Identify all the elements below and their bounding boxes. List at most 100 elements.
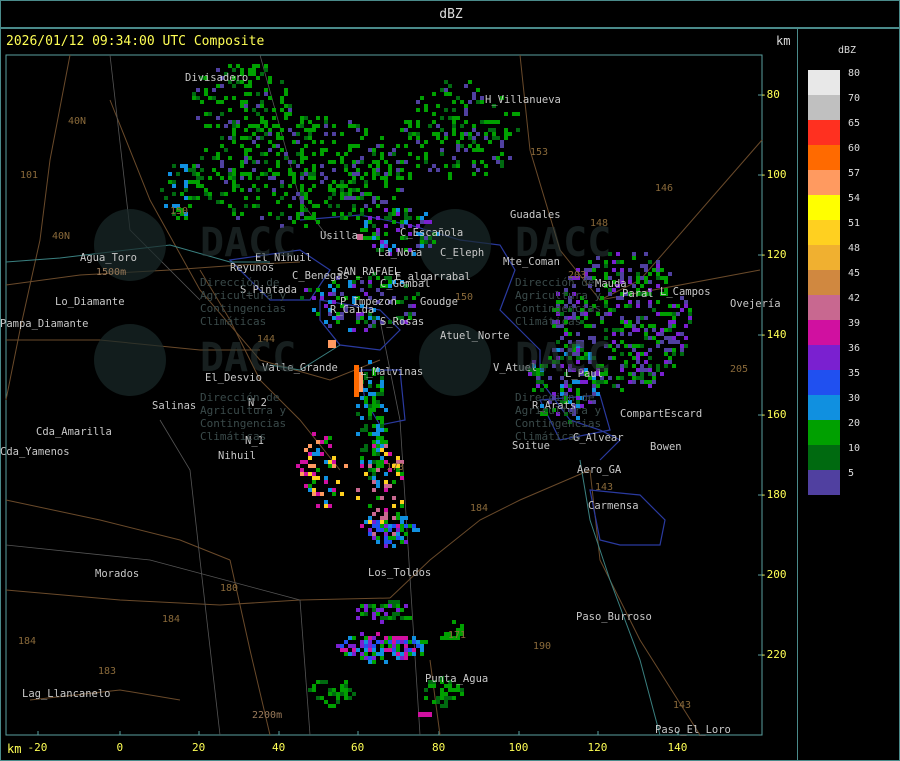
watermark-subtitle: Dirección de Agricultura y Contingencias… [200, 276, 287, 328]
radar-echo-cell [360, 160, 364, 164]
radar-echo-cell [452, 620, 456, 624]
radar-echo-cell [468, 136, 472, 140]
radar-echo-cell [308, 456, 312, 460]
radar-echo-cell [376, 536, 380, 540]
radar-echo-cell [336, 700, 340, 704]
radar-echo-cell [288, 104, 292, 108]
radar-echo-cell [284, 88, 288, 92]
radar-echo-cell [360, 656, 364, 660]
radar-echo-cell [356, 432, 360, 436]
radar-echo-cell [376, 144, 380, 148]
radar-echo-cell [308, 216, 312, 220]
radar-echo-cell [632, 380, 636, 384]
radar-echo-cell [404, 644, 408, 648]
radar-echo-cell [636, 376, 640, 380]
radar-echo-cell [192, 164, 196, 168]
radar-echo-cell [484, 120, 488, 124]
radar-echo-cell [424, 156, 428, 160]
radar-echo-cell [364, 520, 368, 524]
radar-echo-cell [248, 80, 252, 84]
radar-echo-cell [328, 160, 332, 164]
radar-echo-cell [628, 332, 632, 336]
radar-map[interactable] [0, 53, 798, 761]
radar-echo-cell [388, 540, 392, 544]
radar-echo-cell [648, 372, 652, 376]
radar-echo-cell [660, 340, 664, 344]
radar-echo-cell [248, 188, 252, 192]
window-title: dBZ [439, 7, 463, 22]
radar-echo-cell [216, 124, 220, 128]
radar-echo-cell [384, 544, 388, 548]
place-label: Nihuil [218, 450, 256, 462]
radar-echo-cell [372, 392, 376, 396]
radar-echo-cell [476, 88, 480, 92]
radar-echo-cell [268, 176, 272, 180]
radar-echo-cell [396, 456, 400, 460]
radar-echo-cell [364, 400, 368, 404]
place-label: La_Nora [378, 247, 423, 259]
radar-echo-cell [432, 700, 436, 704]
radar-echo-cell [284, 156, 288, 160]
radar-echo-cell [244, 148, 248, 152]
radar-echo-cell [332, 488, 336, 492]
radar-echo-cell [376, 464, 380, 468]
radar-echo-cell [440, 696, 444, 700]
radar-echo-cell [316, 220, 320, 224]
radar-echo-cell [392, 652, 396, 656]
radar-echo-cell [680, 332, 684, 336]
radar-echo-cell [328, 184, 332, 188]
radar-echo-cell [200, 100, 204, 104]
radar-echo-cell [200, 176, 204, 180]
radar-echo-cell [312, 476, 316, 480]
radar-echo-cell [216, 100, 220, 104]
radar-echo-cell [264, 92, 268, 96]
radar-echo-cell [200, 184, 204, 188]
radar-echo-cell [420, 640, 424, 644]
radar-echo-cell [460, 136, 464, 140]
radar-echo-cell [252, 132, 256, 136]
radar-echo-cell [408, 136, 412, 140]
radar-echo-cell [256, 196, 260, 200]
radar-echo-cell [400, 476, 404, 480]
legend-label-20: 20 [848, 418, 861, 429]
radar-echo-cell [364, 612, 368, 616]
radar-echo-cell [312, 124, 316, 128]
radar-echo-cell [208, 112, 212, 116]
radar-echo-cell [284, 192, 288, 196]
radar-echo-cell [372, 232, 376, 236]
radar-echo-cell [460, 692, 464, 696]
radar-echo-cell [592, 384, 596, 388]
radar-echo-cell [348, 144, 352, 148]
radar-echo-cell [416, 124, 420, 128]
radar-echo-cell [424, 640, 428, 644]
radar-echo-cell [324, 124, 328, 128]
radar-echo-cell [276, 200, 280, 204]
radar-echo-cell [208, 196, 212, 200]
radar-echo-cell [416, 132, 420, 136]
radar-echo-cell [332, 688, 336, 692]
radar-echo-cell [332, 140, 336, 144]
legend-label-65: 65 [848, 118, 861, 129]
radar-echo-cell [464, 148, 468, 152]
radar-echo-cell [400, 652, 404, 656]
radar-echo-cell [232, 184, 236, 188]
radar-echo-cell [428, 244, 432, 248]
radar-echo-cell [356, 320, 360, 324]
radar-echo-cell [360, 644, 364, 648]
radar-echo-cell [672, 336, 676, 340]
radar-echo-cell [328, 488, 332, 492]
legend-label-57: 57 [848, 168, 861, 179]
radar-echo-cell [308, 444, 312, 448]
radar-echo-cell [668, 360, 672, 364]
radar-echo-cell [380, 520, 384, 524]
radar-echo-cell [400, 616, 404, 620]
radar-echo-cell [640, 376, 644, 380]
y-tick-label: -100 [760, 168, 787, 181]
radar-echo-cell [404, 216, 408, 220]
legend-label-42: 42 [848, 293, 861, 304]
radar-echo-cell [376, 452, 380, 456]
radar-echo-cell [444, 700, 448, 704]
boundary-line [299, 599, 311, 736]
radar-echo-cell [376, 384, 380, 388]
radar-echo-cell [412, 640, 416, 644]
